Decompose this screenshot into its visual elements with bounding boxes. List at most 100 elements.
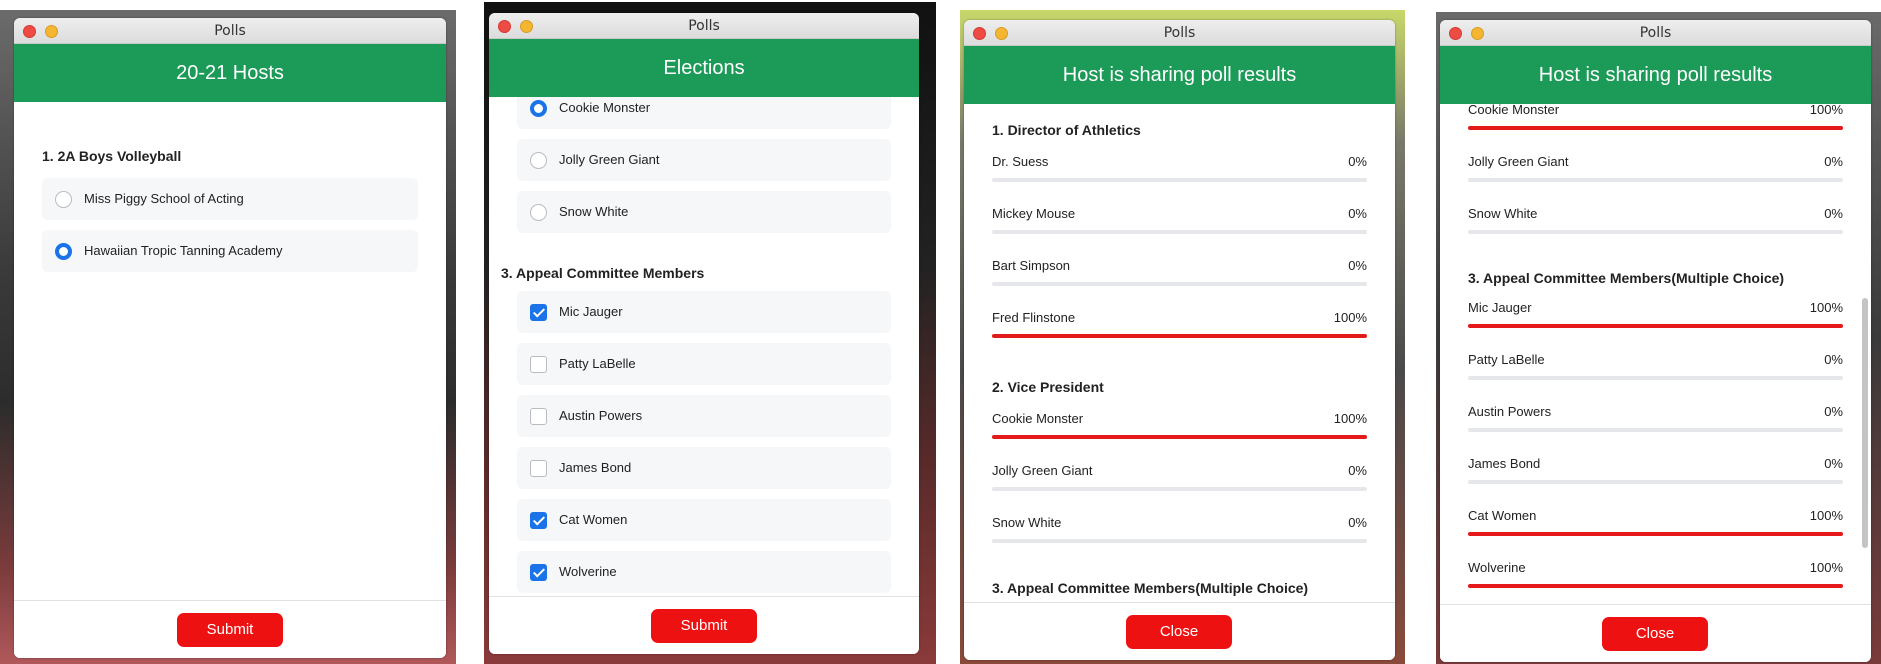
- poll-option[interactable]: Wolverine: [517, 551, 891, 593]
- result-bar-track: [1468, 428, 1843, 432]
- footer: Submit: [14, 600, 446, 658]
- window-title: Polls: [1639, 25, 1672, 41]
- question-title: 3. Appeal Committee Members(Multiple Cho…: [992, 580, 1309, 596]
- result-bar-fill: [1468, 584, 1843, 588]
- window-title: Polls: [1163, 25, 1196, 41]
- result-name: Austin Powers: [1468, 404, 1552, 419]
- poll-banner: Elections: [489, 39, 919, 97]
- result-bar-track: [1468, 376, 1843, 380]
- result-row: Snow White 0%: [1468, 194, 1843, 238]
- option-label: Snow White: [559, 204, 629, 219]
- result-name: Mic Jauger: [1468, 300, 1532, 315]
- question-title: 1. 2A Boys Volleyball: [42, 148, 182, 164]
- result-row: Mickey Mouse 0%: [992, 194, 1367, 238]
- checkbox[interactable]: [530, 356, 547, 373]
- footer: Close: [1440, 604, 1871, 662]
- footer: Close: [964, 602, 1395, 660]
- question-title: 3. Appeal Committee Members(Multiple Cho…: [1468, 270, 1785, 286]
- question-title: 3. Appeal Committee Members: [501, 265, 705, 281]
- result-bar-track: [1468, 324, 1843, 328]
- result-bar-track: [992, 487, 1367, 491]
- question-title: 2. Vice President: [992, 379, 1104, 395]
- poll-option[interactable]: Hawaiian Tropic Tanning Academy: [42, 230, 418, 272]
- titlebar: Polls: [489, 13, 919, 39]
- result-bar-track: [992, 230, 1367, 234]
- result-bar-track: [1468, 178, 1843, 182]
- checkbox-checked[interactable]: [530, 564, 547, 581]
- result-row: Jolly Green Giant 0%: [992, 451, 1367, 495]
- poll-window-1: Polls 20-21 Hosts 1. 2A Boys Volleyball …: [14, 18, 446, 658]
- poll-banner: 20-21 Hosts: [14, 44, 446, 102]
- radio-button-selected[interactable]: [530, 100, 547, 117]
- poll-option[interactable]: Mic Jauger: [517, 291, 891, 333]
- poll-window-2: Polls Elections Cookie Monster Jolly Gre…: [489, 13, 919, 654]
- submit-button[interactable]: Submit: [651, 609, 757, 643]
- window-title: Polls: [688, 18, 720, 34]
- checkbox[interactable]: [530, 408, 547, 425]
- option-label: Austin Powers: [559, 408, 643, 423]
- option-label: Mic Jauger: [559, 304, 623, 319]
- poll-option[interactable]: Cat Women: [517, 499, 891, 541]
- result-percent: 0%: [1348, 515, 1367, 530]
- result-percent: 0%: [1348, 258, 1367, 273]
- poll-option[interactable]: James Bond: [517, 447, 891, 489]
- option-label: James Bond: [559, 460, 632, 475]
- scrollbar[interactable]: [1862, 298, 1868, 548]
- result-name: Wolverine: [1468, 560, 1526, 575]
- checkbox[interactable]: [530, 460, 547, 477]
- result-percent: 0%: [1824, 456, 1843, 471]
- close-button[interactable]: Close: [1602, 617, 1708, 651]
- poll-option[interactable]: Jolly Green Giant: [517, 139, 891, 181]
- result-percent: 100%: [1809, 508, 1843, 523]
- poll-results-window-3: Polls Host is sharing poll results 1. Di…: [964, 20, 1395, 660]
- result-name: Jolly Green Giant: [992, 463, 1093, 478]
- result-row: Cookie Monster 100%: [1468, 104, 1843, 134]
- result-bar-track: [1468, 532, 1843, 536]
- poll-option[interactable]: Miss Piggy School of Acting: [42, 178, 418, 220]
- result-bar-fill: [1468, 532, 1843, 536]
- poll-option[interactable]: Austin Powers: [517, 395, 891, 437]
- poll-option[interactable]: Cookie Monster: [517, 97, 891, 129]
- option-label: Hawaiian Tropic Tanning Academy: [84, 243, 283, 258]
- result-row: Patty LaBelle 0%: [1468, 340, 1843, 384]
- poll-option[interactable]: Snow White: [517, 191, 891, 233]
- result-name: Snow White: [992, 515, 1062, 530]
- radio-button-selected[interactable]: [55, 243, 72, 260]
- checkbox-checked[interactable]: [530, 304, 547, 321]
- question-title: 1. Director of Athletics: [992, 122, 1141, 138]
- radio-button[interactable]: [55, 191, 72, 208]
- poll-banner: Host is sharing poll results: [964, 46, 1395, 104]
- result-percent: 0%: [1348, 154, 1367, 169]
- footer: Submit: [489, 596, 919, 654]
- result-bar-track: [1468, 480, 1843, 484]
- result-name: Cookie Monster: [1468, 104, 1560, 117]
- result-percent: 0%: [1348, 206, 1367, 221]
- checkbox-checked[interactable]: [530, 512, 547, 529]
- result-percent: 0%: [1348, 463, 1367, 478]
- result-row: Mic Jauger 100%: [1468, 288, 1843, 332]
- result-bar-track: [992, 282, 1367, 286]
- result-percent: 0%: [1824, 404, 1843, 419]
- result-percent: 100%: [1333, 310, 1367, 325]
- result-percent: 0%: [1824, 206, 1843, 221]
- result-name: Bart Simpson: [992, 258, 1071, 273]
- result-row: Cookie Monster 100%: [992, 399, 1367, 443]
- option-label: Cat Women: [559, 512, 628, 527]
- option-label: Miss Piggy School of Acting: [84, 191, 244, 206]
- poll-banner: Host is sharing poll results: [1440, 46, 1871, 104]
- result-row: James Bond 0%: [1468, 444, 1843, 488]
- result-percent: 100%: [1809, 560, 1843, 575]
- poll-option[interactable]: Patty LaBelle: [517, 343, 891, 385]
- option-label: Wolverine: [559, 564, 617, 579]
- poll-results-window-4: Polls Host is sharing poll results Cooki…: [1440, 20, 1871, 662]
- result-name: Patty LaBelle: [1468, 352, 1545, 367]
- result-bar-track: [1468, 126, 1843, 130]
- result-row: Snow White 0%: [992, 503, 1367, 547]
- submit-button[interactable]: Submit: [177, 613, 283, 647]
- radio-button[interactable]: [530, 204, 547, 221]
- window-title: Polls: [214, 23, 246, 39]
- radio-button[interactable]: [530, 152, 547, 169]
- close-button[interactable]: Close: [1126, 615, 1232, 649]
- result-name: Dr. Suess: [992, 154, 1049, 169]
- result-bar-fill: [992, 435, 1367, 439]
